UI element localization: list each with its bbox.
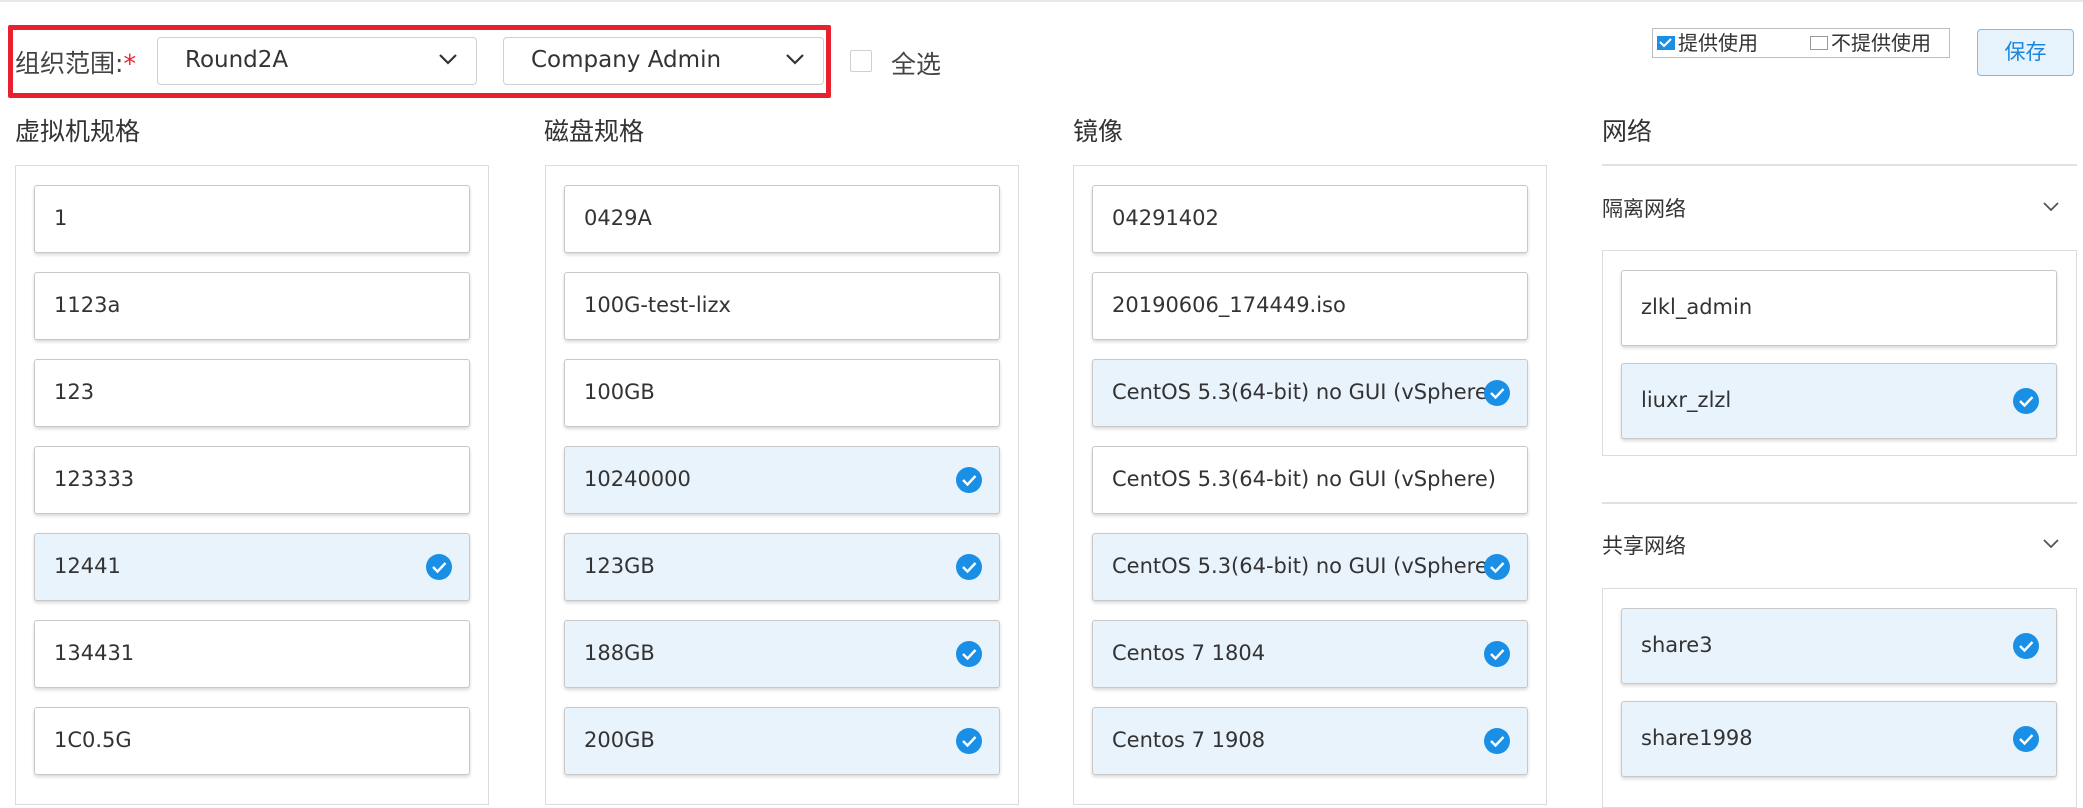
disk-spec-panel: 0429A 100G-test-lizx 100GB 10240000 123G… — [545, 165, 1019, 805]
not-provide-checkbox[interactable] — [1810, 35, 1828, 50]
image-item[interactable]: CentOS 5.3(64-bit) no GUI (vSphere) — [1092, 533, 1528, 601]
item-label: 134431 — [54, 641, 135, 665]
chevron-down-icon — [439, 54, 457, 65]
disk-spec-item[interactable]: 10240000 — [564, 446, 1000, 514]
item-label: zlkl_admin — [1641, 295, 1753, 319]
not-provide-label: 不提供使用 — [1831, 31, 1931, 55]
vm-spec-item[interactable]: 1C0.5G — [34, 707, 470, 775]
image-title: 镜像 — [1073, 117, 1124, 146]
item-label: CentOS 5.3(64-bit) no GUI (vSphere) — [1112, 380, 1496, 404]
image-item[interactable]: 20190606_174449.iso — [1092, 272, 1528, 340]
select-all-label[interactable]: 全选 — [891, 45, 941, 81]
item-label: 188GB — [584, 641, 655, 665]
not-provide-option[interactable]: 不提供使用 — [1810, 32, 1931, 54]
org-scope-label: 组织范围:* — [15, 49, 136, 78]
image-panel: 04291402 20190606_174449.iso CentOS 5.3(… — [1073, 165, 1547, 805]
vm-spec-item[interactable]: 134431 — [34, 620, 470, 688]
disk-spec-item[interactable]: 100G-test-lizx — [564, 272, 1000, 340]
image-item[interactable]: CentOS 5.3(64-bit) no GUI (vSphere) — [1092, 359, 1528, 427]
provide-checkbox[interactable] — [1657, 35, 1675, 50]
item-label: 200GB — [584, 728, 655, 752]
check-circle-icon — [426, 554, 452, 580]
org-select-primary[interactable]: Round2A — [157, 37, 477, 85]
disk-spec-item[interactable]: 200GB — [564, 707, 1000, 775]
item-label: share3 — [1641, 633, 1713, 657]
item-label: liuxr_zlzl — [1641, 388, 1732, 412]
vm-spec-item[interactable]: 12441 — [34, 533, 470, 601]
item-label: 20190606_174449.iso — [1112, 293, 1346, 317]
save-button[interactable]: 保存 — [1977, 29, 2074, 76]
provide-label: 提供使用 — [1678, 31, 1758, 55]
item-label: CentOS 5.3(64-bit) no GUI (vSphere) — [1112, 554, 1496, 578]
network-item[interactable]: share3 — [1621, 608, 2057, 684]
org-select-secondary-value: Company Admin — [531, 47, 722, 73]
org-select-secondary[interactable]: Company Admin — [503, 37, 824, 85]
provide-option[interactable]: 提供使用 — [1657, 32, 1758, 54]
check-circle-icon — [956, 728, 982, 754]
top-divider — [0, 0, 2083, 2]
check-circle-icon — [2013, 388, 2039, 414]
check-circle-icon — [1484, 380, 1510, 406]
chevron-down-icon[interactable] — [2042, 200, 2060, 212]
disk-spec-item[interactable]: 123GB — [564, 533, 1000, 601]
check-circle-icon — [1484, 641, 1510, 667]
disk-spec-title: 磁盘规格 — [544, 117, 645, 146]
item-label: 1 — [54, 206, 68, 230]
item-label: share1998 — [1641, 726, 1753, 750]
disk-spec-item[interactable]: 0429A — [564, 185, 1000, 253]
item-label: Centos 7 1804 — [1112, 641, 1266, 665]
check-circle-icon — [2013, 633, 2039, 659]
vm-spec-item[interactable]: 123 — [34, 359, 470, 427]
image-item[interactable]: Centos 7 1908 — [1092, 707, 1528, 775]
check-circle-icon — [1484, 728, 1510, 754]
vm-spec-item[interactable]: 1123a — [34, 272, 470, 340]
required-mark: * — [123, 49, 136, 78]
network-item[interactable]: liuxr_zlzl — [1621, 363, 2057, 439]
item-label: 04291402 — [1112, 206, 1219, 230]
item-label: 12441 — [54, 554, 121, 578]
item-label: 0429A — [584, 206, 652, 230]
shared-network-panel: share3 share1998 — [1602, 588, 2077, 808]
item-label: 123 — [54, 380, 95, 404]
check-circle-icon — [2013, 726, 2039, 752]
network-divider — [1602, 502, 2077, 504]
chevron-down-icon — [786, 54, 804, 65]
availability-filter: 提供使用 不提供使用 — [1652, 28, 1950, 58]
item-label: 100GB — [584, 380, 655, 404]
org-select-primary-value: Round2A — [185, 47, 289, 73]
image-item[interactable]: CentOS 5.3(64-bit) no GUI (vSphere) — [1092, 446, 1528, 514]
check-circle-icon — [1484, 554, 1510, 580]
network-item[interactable]: share1998 — [1621, 701, 2057, 777]
network-divider — [1602, 164, 2077, 166]
isolated-network-title[interactable]: 隔离网络 — [1602, 193, 1686, 223]
item-label: 100G-test-lizx — [584, 293, 731, 317]
check-circle-icon — [956, 641, 982, 667]
item-label: 123333 — [54, 467, 135, 491]
check-circle-icon — [956, 467, 982, 493]
network-item[interactable]: zlkl_admin — [1621, 270, 2057, 346]
disk-spec-item[interactable]: 188GB — [564, 620, 1000, 688]
image-item[interactable]: 04291402 — [1092, 185, 1528, 253]
item-label: 10240000 — [584, 467, 691, 491]
network-title: 网络 — [1602, 117, 1653, 146]
vm-spec-title: 虚拟机规格 — [15, 117, 141, 146]
item-label: CentOS 5.3(64-bit) no GUI (vSphere) — [1112, 467, 1496, 491]
item-label: Centos 7 1908 — [1112, 728, 1266, 752]
isolated-network-panel: zlkl_admin liuxr_zlzl — [1602, 250, 2077, 456]
item-label: 123GB — [584, 554, 655, 578]
shared-network-title[interactable]: 共享网络 — [1602, 530, 1686, 560]
image-item[interactable]: Centos 7 1804 — [1092, 620, 1528, 688]
item-label: 1C0.5G — [54, 728, 132, 752]
select-all-checkbox[interactable] — [850, 50, 872, 72]
vm-spec-panel: 1 1123a 123 123333 12441 134431 1C0.5G — [15, 165, 489, 805]
vm-spec-item[interactable]: 1 — [34, 185, 470, 253]
item-label: 1123a — [54, 293, 121, 317]
disk-spec-item[interactable]: 100GB — [564, 359, 1000, 427]
check-circle-icon — [956, 554, 982, 580]
vm-spec-item[interactable]: 123333 — [34, 446, 470, 514]
chevron-down-icon[interactable] — [2042, 537, 2060, 549]
